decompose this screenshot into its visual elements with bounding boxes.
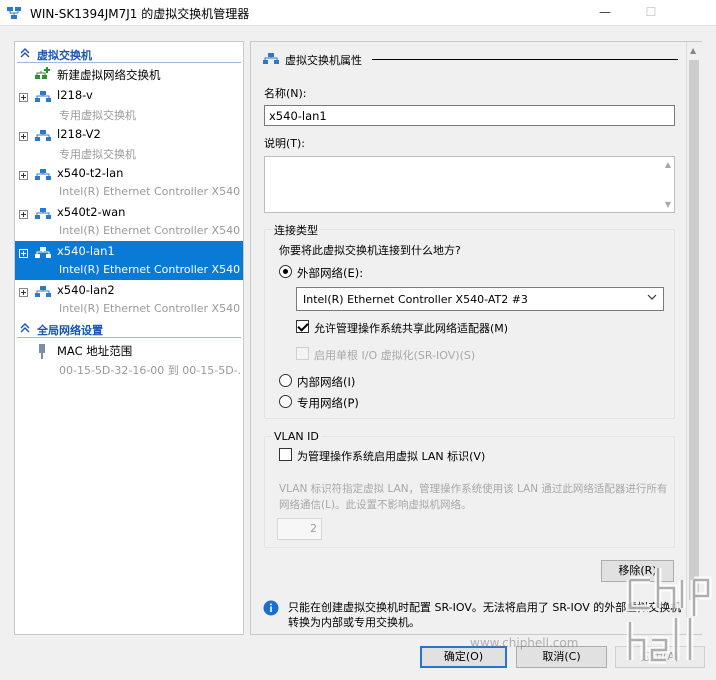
- switch-tree-pane: 虚拟交换机 新建虚拟网络交换机 l218-v 专用虚拟交换机 l218-V2 专…: [14, 41, 244, 635]
- watermark-url: www.chiphell.com: [470, 636, 579, 650]
- tree-item-switch[interactable]: x540t2-wan Intel(R) Ethernet Controller …: [15, 202, 243, 241]
- switch-subtitle: Intel(R) Ethernet Controller X540...: [59, 185, 241, 198]
- internal-network-radio[interactable]: [279, 374, 292, 387]
- expand-icon[interactable]: [19, 249, 28, 258]
- switch-name: x540t2-wan: [57, 205, 126, 219]
- network-switch-icon: [35, 208, 51, 219]
- network-switch-icon: [35, 247, 51, 258]
- connection-type-title: 连接类型: [272, 222, 320, 238]
- heading-divider: [372, 59, 678, 60]
- expand-icon[interactable]: [19, 288, 28, 297]
- network-switch-icon: [35, 91, 51, 102]
- new-virtual-switch-item[interactable]: 新建虚拟网络交换机: [15, 64, 243, 84]
- section-label: 全局网络设置: [37, 324, 103, 337]
- network-switch-icon: [263, 53, 279, 64]
- private-network-radio[interactable]: [279, 395, 292, 408]
- expand-icon[interactable]: [19, 171, 28, 180]
- section-divider: [17, 337, 241, 338]
- mac-range-value: 00-15-5D-32-16-00 到 00-15-5D-...: [59, 364, 241, 377]
- tree-item-switch[interactable]: x540-lan2 Intel(R) Ethernet Controller X…: [15, 280, 243, 319]
- internal-network-label: 内部网络(I): [297, 375, 356, 389]
- chevron-up-icon[interactable]: ▲: [665, 160, 671, 169]
- scroll-up-icon[interactable]: ▲: [690, 46, 698, 55]
- vlan-id-input[interactable]: 2: [277, 518, 322, 540]
- notes-textarea[interactable]: ▲ ▼: [264, 156, 675, 213]
- switch-name: l218-v: [57, 88, 93, 102]
- allow-mgmt-os-checkbox[interactable]: [296, 320, 309, 333]
- external-network-label: 外部网络(E):: [297, 266, 364, 280]
- switch-subtitle: Intel(R) Ethernet Controller X540...: [59, 224, 241, 237]
- notes-label: 说明(T):: [264, 137, 306, 150]
- vlan-description: VLAN 标识符指定虚拟 LAN，管理操作系统使用该 LAN 通过此网络适配器进…: [279, 483, 668, 511]
- chevron-up-icon: [20, 48, 30, 58]
- expand-icon[interactable]: [19, 93, 28, 102]
- scrollbar-thumb[interactable]: [689, 60, 699, 600]
- info-icon: [263, 600, 279, 616]
- switch-name-input[interactable]: [264, 105, 675, 126]
- section-virtual-switches[interactable]: 虚拟交换机: [15, 45, 243, 63]
- switch-name: x540-lan2: [57, 283, 115, 297]
- adapter-select[interactable]: Intel(R) Ethernet Controller X540-AT2 #3: [296, 287, 664, 311]
- external-network-radio[interactable]: [279, 265, 292, 278]
- chevron-down-icon: [647, 294, 657, 300]
- switch-name: l218-V2: [57, 127, 101, 141]
- virtual-switch-manager-icon: [7, 7, 21, 19]
- switch-subtitle: 专用虚拟交换机: [59, 109, 136, 122]
- tree-item-switch[interactable]: l218-V2 专用虚拟交换机: [15, 124, 243, 163]
- tree-item-switch[interactable]: l218-v 专用虚拟交换机: [15, 85, 243, 124]
- vlan-enable-checkbox[interactable]: [279, 448, 292, 461]
- switch-name: x540-lan1: [57, 244, 115, 258]
- chevron-up-icon: [20, 323, 30, 333]
- connection-question: 你要将此虚拟交换机连接到什么地方?: [279, 244, 461, 257]
- network-switch-icon: [35, 130, 51, 141]
- section-label: 虚拟交换机: [37, 49, 92, 62]
- expand-icon[interactable]: [19, 132, 28, 141]
- new-switch-icon: [35, 67, 50, 79]
- switch-name: x540-t2-lan: [57, 166, 124, 180]
- tree-item-switch-selected[interactable]: x540-lan1 Intel(R) Ethernet Controller X…: [15, 241, 243, 280]
- allow-mgmt-os-label: 允许管理操作系统共享此网络适配器(M): [314, 322, 509, 335]
- network-switch-icon: [35, 169, 51, 180]
- sriov-label: 启用单根 I/O 虚拟化(SR-IOV)(S): [314, 349, 476, 362]
- section-global-network-settings[interactable]: 全局网络设置: [15, 320, 243, 338]
- minimize-button[interactable]: —: [582, 0, 628, 26]
- section-divider: [17, 62, 241, 63]
- mac-range-label: MAC 地址范围: [57, 344, 133, 358]
- network-switch-icon: [35, 286, 51, 297]
- tree-item-switch[interactable]: x540-t2-lan Intel(R) Ethernet Controller…: [15, 163, 243, 202]
- switch-subtitle: Intel(R) Ethernet Controller X540...: [59, 302, 241, 315]
- name-label: 名称(N):: [264, 87, 307, 100]
- maximize-button[interactable]: ☐: [628, 0, 674, 26]
- chiphell-logo-watermark: [626, 568, 712, 664]
- window-title: WIN-SK1394JM7J1 的虚拟交换机管理器: [30, 7, 250, 21]
- vlan-title: VLAN ID: [272, 430, 321, 443]
- mac-address-range-item[interactable]: MAC 地址范围 00-15-5D-32-16-00 到 00-15-5D-..…: [15, 340, 243, 380]
- private-network-label: 专用网络(P): [297, 396, 359, 410]
- title-bar: WIN-SK1394JM7J1 的虚拟交换机管理器 — ☐: [0, 0, 716, 26]
- chevron-down-icon[interactable]: ▼: [665, 200, 671, 209]
- adapter-select-value: Intel(R) Ethernet Controller X540-AT2 #3: [303, 293, 528, 306]
- switch-subtitle: 专用虚拟交换机: [59, 148, 136, 161]
- new-switch-label: 新建虚拟网络交换机: [57, 68, 161, 82]
- vlan-enable-label: 为管理操作系统启用虚拟 LAN 标识(V): [297, 450, 486, 463]
- properties-heading: 虚拟交换机属性: [285, 54, 362, 67]
- expand-icon[interactable]: [19, 210, 28, 219]
- sriov-checkbox[interactable]: [296, 347, 309, 360]
- switch-subtitle: Intel(R) Ethernet Controller X540...: [59, 263, 241, 276]
- network-plug-icon: [39, 344, 45, 359]
